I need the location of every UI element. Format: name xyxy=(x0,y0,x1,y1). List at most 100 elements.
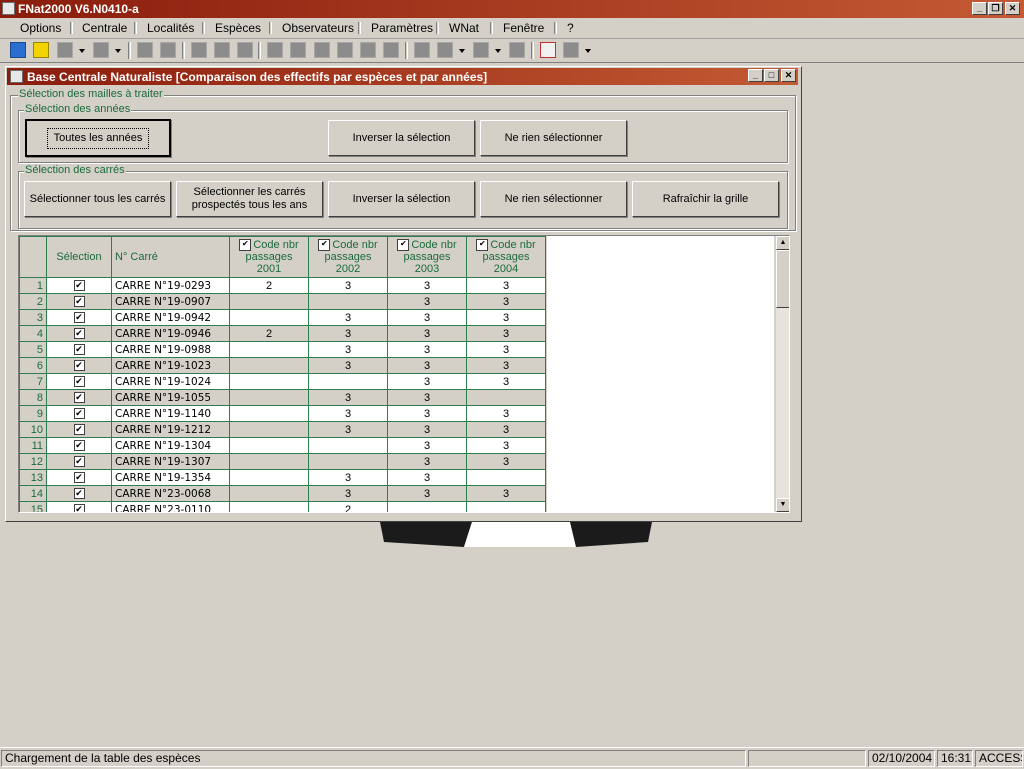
passages-cell-2001[interactable]: 2 xyxy=(229,277,309,294)
year-2004-column-header[interactable]: ✔ Code nbr passages 2004 xyxy=(466,236,546,278)
dropdown-arrow-icon[interactable] xyxy=(585,49,591,53)
scroll-up-icon[interactable]: ▲ xyxy=(776,236,789,250)
menu-centrale[interactable]: Centrale xyxy=(82,21,127,35)
tool-icon[interactable] xyxy=(563,42,579,58)
menu-parametres[interactable]: Paramètres xyxy=(371,21,433,35)
passages-cell-2004[interactable]: 3 xyxy=(466,293,546,310)
invert-years-button[interactable]: Inverser la sélection xyxy=(328,120,475,156)
passages-cell-2002[interactable] xyxy=(308,373,388,390)
row-selection-checkbox[interactable]: ✔ xyxy=(73,488,85,500)
passages-cell-2004[interactable]: 3 xyxy=(466,421,546,438)
exit-icon[interactable] xyxy=(540,42,556,58)
passages-cell-2003[interactable] xyxy=(387,501,467,512)
year-2001-column-header[interactable]: ✔ Code nbr passages 2001 xyxy=(229,236,309,278)
passages-cell-2003[interactable]: 3 xyxy=(387,469,467,486)
carre-cell[interactable]: CARRE N°23-0068 xyxy=(111,485,230,502)
carre-cell[interactable]: CARRE N°19-1140 xyxy=(111,405,230,422)
passages-cell-2001[interactable] xyxy=(229,293,309,310)
passages-cell-2002[interactable]: 3 xyxy=(308,309,388,326)
passages-cell-2003[interactable]: 3 xyxy=(387,389,467,406)
table-row[interactable]: 14 ✔ CARRE N°23-0068 3 3 3 xyxy=(19,485,546,502)
table-row[interactable]: 9 ✔ CARRE N°19-1140 3 3 3 xyxy=(19,405,546,422)
dialog-close-icon[interactable]: ✕ xyxy=(781,69,796,82)
table-row[interactable]: 15 ✔ CARRE N°23-0110 2 xyxy=(19,501,546,512)
tool-icon[interactable] xyxy=(160,42,176,58)
passages-cell-2002[interactable]: 3 xyxy=(308,485,388,502)
passages-cell-2001[interactable] xyxy=(229,485,309,502)
tool-icon[interactable] xyxy=(57,42,73,58)
tool-icon[interactable] xyxy=(137,42,153,58)
row-selection-checkbox[interactable]: ✔ xyxy=(73,392,85,404)
doc-icon[interactable] xyxy=(360,42,376,58)
row-selection-checkbox[interactable]: ✔ xyxy=(73,424,85,436)
passages-cell-2003[interactable]: 3 xyxy=(387,437,467,454)
dialog-icon[interactable] xyxy=(10,70,23,83)
passages-cell-2002[interactable] xyxy=(308,437,388,454)
passages-cell-2001[interactable] xyxy=(229,469,309,486)
app-icon[interactable] xyxy=(2,2,15,15)
carre-cell[interactable]: CARRE N°19-0988 xyxy=(111,341,230,358)
table-row[interactable]: 3 ✔ CARRE N°19-0942 3 3 3 xyxy=(19,309,546,326)
year-2002-checkbox[interactable]: ✔ xyxy=(318,239,331,252)
vertical-scrollbar[interactable]: ▲ ▼ xyxy=(776,236,789,512)
carre-cell[interactable]: CARRE N°19-0946 xyxy=(111,325,230,342)
table-row[interactable]: 1 ✔ CARRE N°19-0293 2 3 3 3 xyxy=(19,277,546,294)
select-no-squares-button[interactable]: Ne rien sélectionner xyxy=(480,181,627,217)
data-grid[interactable]: Sélection N° Carré ✔ Code nbr passages 2001… xyxy=(18,235,790,513)
table-row[interactable]: 11 ✔ CARRE N°19-1304 3 3 xyxy=(19,437,546,454)
row-selection-checkbox[interactable]: ✔ xyxy=(73,440,85,452)
table-row[interactable]: 6 ✔ CARRE N°19-1023 3 3 3 xyxy=(19,357,546,374)
doc-icon[interactable] xyxy=(383,42,399,58)
row-selection-checkbox[interactable]: ✔ xyxy=(73,312,85,324)
carre-cell[interactable]: CARRE N°19-0907 xyxy=(111,293,230,310)
tool-icon[interactable] xyxy=(93,42,109,58)
passages-cell-2001[interactable] xyxy=(229,501,309,512)
passages-cell-2003[interactable]: 3 xyxy=(387,453,467,470)
passages-cell-2003[interactable]: 3 xyxy=(387,293,467,310)
passages-cell-2003[interactable]: 3 xyxy=(387,325,467,342)
passages-cell-2002[interactable] xyxy=(308,453,388,470)
passages-cell-2003[interactable]: 3 xyxy=(387,357,467,374)
minimize-icon[interactable]: _ xyxy=(972,2,987,15)
doc-icon[interactable] xyxy=(337,42,353,58)
passages-cell-2001[interactable] xyxy=(229,389,309,406)
menu-options[interactable]: Options xyxy=(20,21,61,35)
table-row[interactable]: 5 ✔ CARRE N°19-0988 3 3 3 xyxy=(19,341,546,358)
row-selection-checkbox[interactable]: ✔ xyxy=(73,344,85,356)
carre-cell[interactable]: CARRE N°19-1354 xyxy=(111,469,230,486)
passages-cell-2004[interactable]: 3 xyxy=(466,325,546,342)
table-row[interactable]: 2 ✔ CARRE N°19-0907 3 3 xyxy=(19,293,546,310)
passages-cell-2004[interactable]: 3 xyxy=(466,437,546,454)
passages-cell-2002[interactable]: 2 xyxy=(308,501,388,512)
row-selection-checkbox[interactable]: ✔ xyxy=(73,328,85,340)
dropdown-arrow-icon[interactable] xyxy=(495,49,501,53)
menu-fenetre[interactable]: Fenêtre xyxy=(503,21,544,35)
table-row[interactable]: 4 ✔ CARRE N°19-0946 2 3 3 3 xyxy=(19,325,546,342)
passages-cell-2001[interactable] xyxy=(229,309,309,326)
passages-cell-2004[interactable]: 3 xyxy=(466,405,546,422)
table-row[interactable]: 13 ✔ CARRE N°19-1354 3 3 xyxy=(19,469,546,486)
row-selection-checkbox[interactable]: ✔ xyxy=(73,504,85,512)
carre-cell[interactable]: CARRE N°23-0110 xyxy=(111,501,230,512)
passages-cell-2002[interactable]: 3 xyxy=(308,469,388,486)
scroll-thumb[interactable] xyxy=(776,250,789,308)
alert-icon[interactable] xyxy=(33,42,49,58)
row-selection-checkbox[interactable]: ✔ xyxy=(73,456,85,468)
doc-icon[interactable] xyxy=(314,42,330,58)
carre-cell[interactable]: CARRE N°19-1304 xyxy=(111,437,230,454)
dialog-minimize-icon[interactable]: _ xyxy=(748,69,763,82)
dropdown-arrow-icon[interactable] xyxy=(115,49,121,53)
carre-cell[interactable]: CARRE N°19-1023 xyxy=(111,357,230,374)
passages-cell-2002[interactable]: 3 xyxy=(308,341,388,358)
passages-cell-2003[interactable]: 3 xyxy=(387,341,467,358)
invert-squares-button[interactable]: Inverser la sélection xyxy=(328,181,475,217)
passages-cell-2003[interactable]: 3 xyxy=(387,485,467,502)
dropdown-arrow-icon[interactable] xyxy=(79,49,85,53)
passages-cell-2003[interactable]: 3 xyxy=(387,421,467,438)
table-row[interactable]: 7 ✔ CARRE N°19-1024 3 3 xyxy=(19,373,546,390)
year-2002-column-header[interactable]: ✔ Code nbr passages 2002 xyxy=(308,236,388,278)
menu-observateurs[interactable]: Observateurs xyxy=(282,21,354,35)
tool-icon[interactable] xyxy=(437,42,453,58)
tool-icon[interactable] xyxy=(473,42,489,58)
menu-especes[interactable]: Espèces xyxy=(215,21,261,35)
